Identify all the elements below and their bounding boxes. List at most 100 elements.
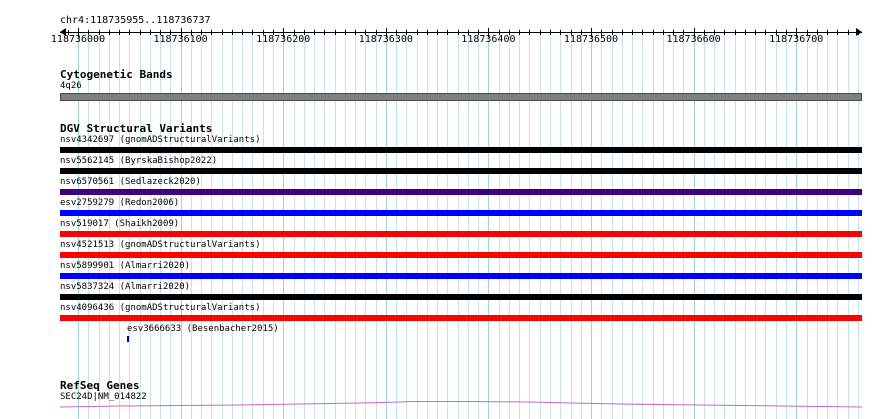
gridline <box>775 28 777 419</box>
ruler-tick-label: 118736200 <box>256 34 311 45</box>
gridline <box>447 28 449 419</box>
ruler-tick-label: 118736000 <box>50 34 106 45</box>
gridline <box>806 28 808 419</box>
gridline <box>683 28 685 419</box>
ruler-minor-tick <box>211 30 213 35</box>
gridline <box>396 28 398 419</box>
dgv-feature-bar[interactable] <box>60 147 862 153</box>
ruler-tick-label: 118736100 <box>153 34 208 45</box>
gridline <box>529 28 531 419</box>
dgv-feature-bar[interactable] <box>60 168 862 174</box>
gridline <box>334 28 336 419</box>
ruler-minor-tick <box>560 30 562 35</box>
dgv-small-feature-glyph[interactable] <box>127 336 129 342</box>
ruler-minor-tick <box>231 30 233 35</box>
gridline <box>488 28 490 419</box>
gridline <box>262 28 264 419</box>
cytoband-label: 4q26 <box>60 81 82 91</box>
ruler-minor-tick <box>539 30 541 35</box>
gridline <box>539 28 541 419</box>
ruler-minor-tick <box>755 30 757 35</box>
dgv-feature-label: nsv4342697 (gnomADStructuralVariants) <box>60 135 261 145</box>
gridline <box>416 28 418 419</box>
gridline <box>796 28 798 419</box>
gridline <box>611 28 613 419</box>
gridline <box>437 28 439 419</box>
gridline <box>662 28 664 419</box>
dgv-feature-label: nsv4096436 (gnomADStructuralVariants) <box>60 303 261 313</box>
ruler-minor-tick <box>621 30 623 35</box>
gridline <box>570 28 572 419</box>
dgv-feature-bar[interactable] <box>60 294 862 300</box>
gridline <box>765 28 767 419</box>
ruler-minor-tick <box>847 30 849 35</box>
gridline <box>355 28 356 419</box>
gridline <box>560 28 562 419</box>
dgv-feature-bar[interactable] <box>60 189 862 195</box>
gridline <box>426 28 428 419</box>
dgv-feature-label: nsv5562145 (ByrskaBishop2022) <box>60 156 218 166</box>
ruler-minor-tick <box>457 30 459 35</box>
dgv-feature-label: esv2759279 (Redon2006) <box>60 198 180 208</box>
dgv-feature-bar[interactable] <box>60 315 862 321</box>
cytoband-bar[interactable] <box>60 93 862 101</box>
gridline <box>847 28 849 419</box>
refseq-gene-intron-line[interactable] <box>0 398 890 418</box>
ruler-minor-tick <box>355 30 356 35</box>
gridline <box>221 28 223 419</box>
gridline <box>519 28 521 419</box>
gridline <box>827 28 828 419</box>
ruler-minor-tick <box>314 30 315 35</box>
dgv-feature-bar[interactable] <box>60 252 862 258</box>
ruler-minor-tick <box>129 30 131 35</box>
cytoband-track-title: Cytogenetic Bands <box>60 68 173 81</box>
ruler-minor-tick <box>149 30 151 35</box>
gridline <box>591 28 592 419</box>
background-gridlines <box>60 28 862 419</box>
ruler-minor-tick <box>519 30 521 35</box>
gridline <box>755 28 757 419</box>
dgv-feature-bar[interactable] <box>60 273 862 279</box>
gridline <box>857 28 859 419</box>
refseq-gene-path <box>59 401 863 408</box>
gridline <box>242 28 244 419</box>
gridline <box>673 28 675 419</box>
gridline <box>703 28 705 419</box>
dgv-small-feature-label: esv3666633 (Besenbacher2015) <box>127 324 279 334</box>
gridline <box>724 28 726 419</box>
ruler-minor-tick <box>252 30 254 35</box>
ruler-minor-tick <box>108 30 110 35</box>
ruler-minor-tick <box>447 30 449 35</box>
gridline <box>231 28 233 419</box>
gridline <box>642 28 644 419</box>
ruler-tick-label: 118736600 <box>666 34 721 45</box>
dgv-feature-bar[interactable] <box>60 231 862 237</box>
gridline <box>714 28 716 419</box>
ruler-minor-tick <box>344 30 346 35</box>
ruler-tick-label: 118736300 <box>358 34 413 45</box>
gridline <box>211 28 213 419</box>
ruler-minor-tick <box>221 30 223 35</box>
ruler-minor-tick <box>334 30 336 35</box>
gridline <box>365 28 367 419</box>
ruler-minor-tick <box>119 30 120 35</box>
refseq-track-title: RefSeq Genes <box>60 379 140 392</box>
gridline <box>190 28 192 419</box>
dgv-feature-label: nsv519017 (Shaikh2009) <box>60 219 180 229</box>
dgv-feature-label: nsv5899901 (Almarri2020) <box>60 261 191 271</box>
dgv-feature-label: nsv5837324 (Almarri2020) <box>60 282 191 292</box>
ruler-tick-label: 118736400 <box>461 34 516 45</box>
gridline <box>385 28 387 419</box>
gridline <box>498 28 500 419</box>
gridline <box>272 28 274 419</box>
ruler-minor-tick <box>324 30 326 35</box>
ruler-minor-tick <box>642 30 644 35</box>
gridline <box>314 28 315 419</box>
dgv-feature-label: nsv6570561 (Sedlazeck2020) <box>60 177 201 187</box>
ruler-minor-tick <box>529 30 531 35</box>
gridline <box>621 28 623 419</box>
dgv-feature-bar[interactable] <box>60 210 862 216</box>
gridline <box>324 28 326 419</box>
gridline <box>344 28 346 419</box>
genome-browser-view: chr4:118735955..118736737 118736000 11873… <box>0 0 890 419</box>
